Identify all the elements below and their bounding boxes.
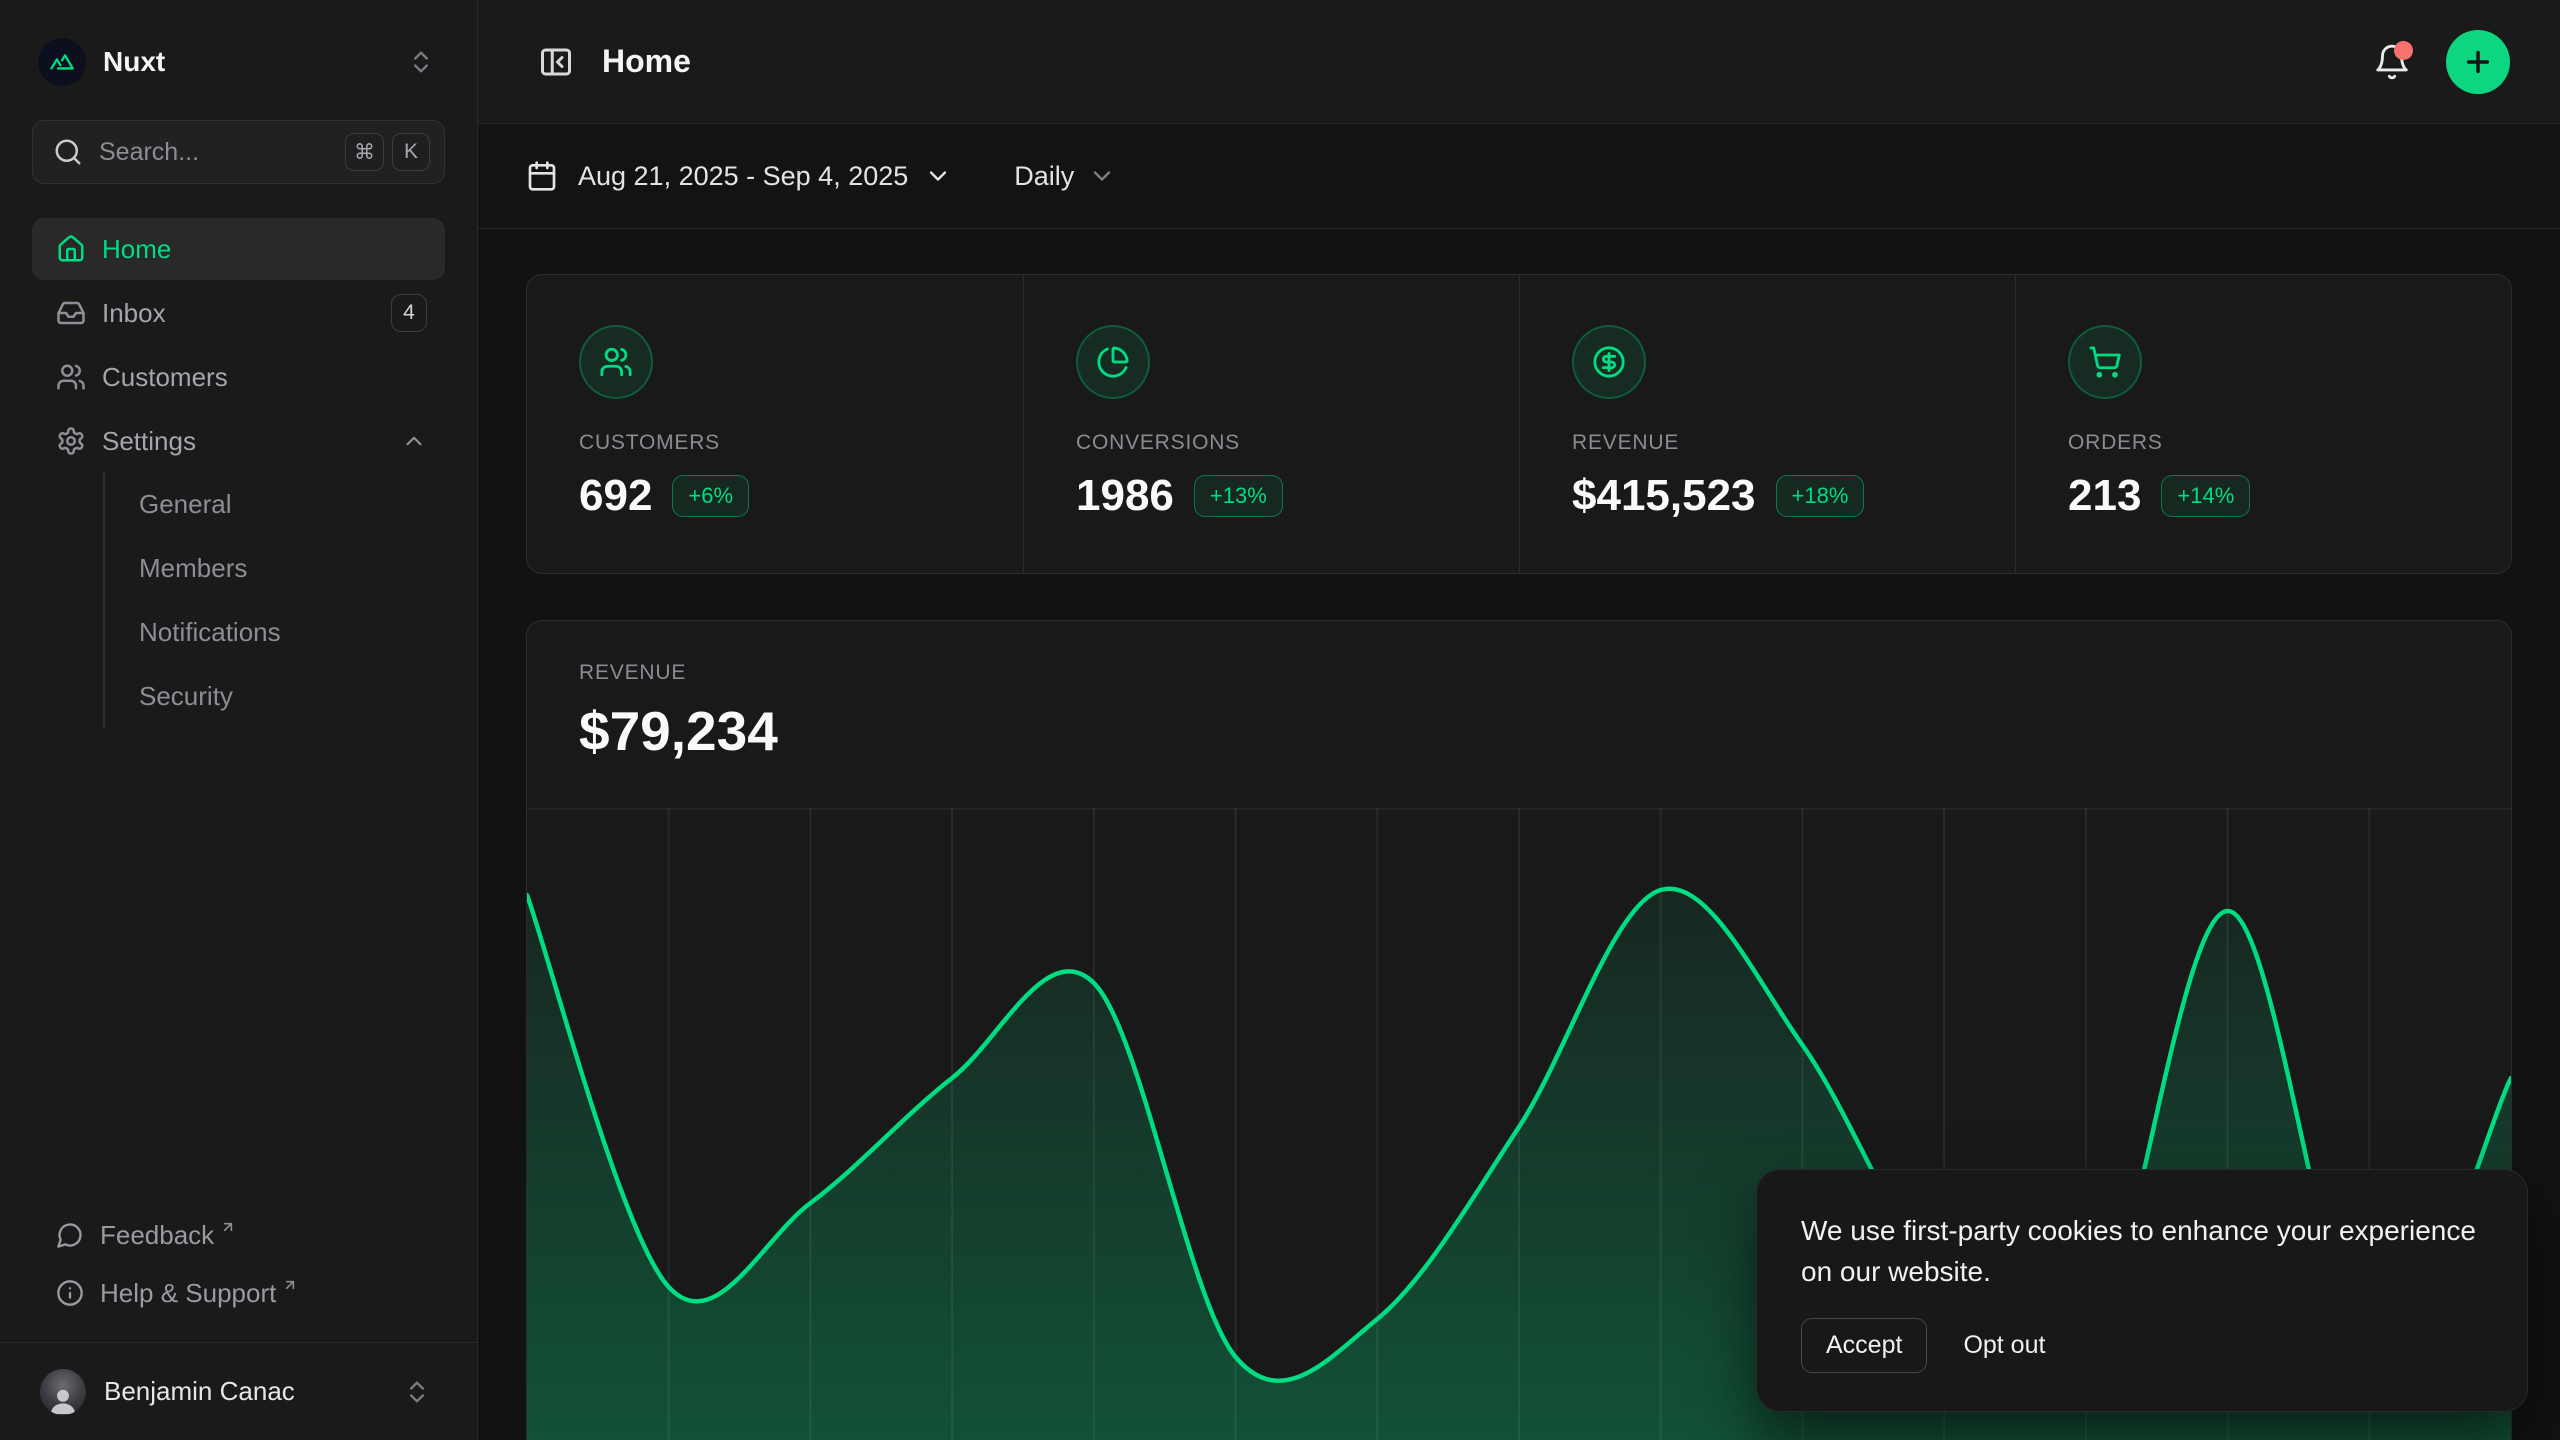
stat-customers[interactable]: CUSTOMERS 692 +6% [527, 275, 1023, 573]
workspace-switcher[interactable]: Nuxt [32, 30, 445, 94]
date-range-picker[interactable]: Aug 21, 2025 - Sep 4, 2025 [526, 160, 952, 192]
stat-delta-badge: +18% [1776, 475, 1865, 517]
users-icon [579, 325, 653, 399]
search-placeholder: Search... [99, 138, 345, 167]
cookie-optout-button[interactable]: Opt out [1963, 1331, 2045, 1360]
info-circle-icon [56, 1279, 84, 1307]
notifications-button[interactable] [2364, 34, 2420, 90]
sidebar-item-label: Inbox [102, 298, 391, 329]
feedback-label: Feedback [100, 1220, 214, 1251]
sidebar-subitem-general[interactable]: General [105, 472, 445, 536]
page-title: Home [602, 43, 2364, 80]
cookie-banner: We use first-party cookies to enhance yo… [1756, 1169, 2528, 1412]
sidebar-item-inbox[interactable]: Inbox 4 [32, 282, 445, 344]
stat-value: $415,523 [1572, 471, 1756, 521]
user-menu[interactable]: Benjamin Canac [32, 1343, 445, 1440]
revenue-chart-header: REVENUE $79,234 [527, 621, 2511, 808]
notification-dot [2394, 41, 2413, 60]
chevrons-up-down-icon [403, 1378, 431, 1406]
dollar-circle-icon [1572, 325, 1646, 399]
stat-value: 692 [579, 471, 652, 521]
chevron-down-icon [924, 162, 952, 190]
chevron-down-icon [1088, 162, 1116, 190]
stat-revenue[interactable]: REVENUE $415,523 +18% [1519, 275, 2015, 573]
sidebar-subitem-label: Notifications [139, 617, 281, 648]
search-icon [53, 137, 83, 167]
sidebar-item-label: Settings [102, 426, 401, 457]
stat-label: CONVERSIONS [1076, 431, 1479, 455]
inbox-count-badge: 4 [391, 294, 427, 332]
stat-value: 213 [2068, 471, 2141, 521]
stat-delta-badge: +14% [2161, 475, 2250, 517]
users-icon [56, 362, 86, 392]
sidebar-item-home[interactable]: Home [32, 218, 445, 280]
stat-label: ORDERS [2068, 431, 2471, 455]
cart-icon [2068, 325, 2142, 399]
panel-left-close-icon [538, 44, 574, 80]
cookie-accept-button[interactable]: Accept [1801, 1318, 1927, 1373]
kbd-cmd: ⌘ [345, 133, 384, 171]
settings-sub-list: General Members Notifications Security [103, 472, 445, 728]
stat-label: REVENUE [1572, 431, 1975, 455]
chevron-up-icon [401, 428, 427, 454]
help-support-link[interactable]: Help & Support [32, 1264, 445, 1322]
sidebar-footer: Feedback Help & Support Benjami [32, 1206, 445, 1440]
sidebar-subitem-members[interactable]: Members [105, 536, 445, 600]
stat-delta-badge: +13% [1194, 475, 1283, 517]
revenue-chart-value: $79,234 [579, 699, 2459, 763]
sidebar-item-label: Home [102, 234, 427, 265]
sidebar-item-customers[interactable]: Customers [32, 346, 445, 408]
sidebar-subitem-label: Security [139, 681, 233, 712]
revenue-chart-label: REVENUE [579, 661, 2459, 685]
search-input[interactable]: Search... ⌘ K [32, 120, 445, 184]
external-link-icon [220, 1219, 236, 1235]
user-name: Benjamin Canac [104, 1376, 403, 1407]
header: Home [478, 0, 2560, 124]
sidebar: Nuxt Search... ⌘ K Home [0, 0, 478, 1440]
gear-icon [56, 426, 86, 456]
stat-delta-badge: +6% [672, 475, 749, 517]
kbd-k: K [392, 133, 430, 171]
sidebar-subitem-notifications[interactable]: Notifications [105, 600, 445, 664]
collapse-sidebar-button[interactable] [530, 36, 582, 88]
toolbar: Aug 21, 2025 - Sep 4, 2025 Daily [478, 124, 2560, 229]
pie-chart-icon [1076, 325, 1150, 399]
sidebar-nav: Home Inbox 4 Customers Settings [32, 218, 445, 728]
feedback-link[interactable]: Feedback [32, 1206, 445, 1264]
sidebar-subitem-security[interactable]: Security [105, 664, 445, 728]
stat-value: 1986 [1076, 471, 1174, 521]
stat-orders[interactable]: ORDERS 213 +14% [2015, 275, 2511, 573]
sidebar-item-settings[interactable]: Settings [32, 410, 445, 472]
calendar-icon [526, 160, 558, 192]
date-range-value: Aug 21, 2025 - Sep 4, 2025 [578, 161, 908, 192]
stats-panel: CUSTOMERS 692 +6% CONVERSIONS 1986 +13% [526, 274, 2512, 574]
help-support-label: Help & Support [100, 1278, 276, 1309]
sidebar-subitem-label: Members [139, 553, 247, 584]
period-value: Daily [1014, 161, 1074, 192]
inbox-icon [56, 298, 86, 328]
house-icon [56, 234, 86, 264]
sidebar-subitem-label: General [139, 489, 232, 520]
period-select[interactable]: Daily [1014, 161, 1116, 192]
workspace-name: Nuxt [103, 46, 407, 78]
stat-label: CUSTOMERS [579, 431, 983, 455]
chevrons-up-down-icon [407, 48, 435, 76]
sidebar-item-label: Customers [102, 362, 427, 393]
external-link-icon [282, 1277, 298, 1293]
plus-icon [2462, 46, 2494, 78]
message-bubble-icon [56, 1221, 84, 1249]
avatar [40, 1369, 86, 1415]
stat-conversions[interactable]: CONVERSIONS 1986 +13% [1023, 275, 1519, 573]
add-button[interactable] [2446, 30, 2510, 94]
nuxt-logo-icon [38, 38, 86, 86]
cookie-message: We use first-party cookies to enhance yo… [1801, 1210, 2483, 1292]
